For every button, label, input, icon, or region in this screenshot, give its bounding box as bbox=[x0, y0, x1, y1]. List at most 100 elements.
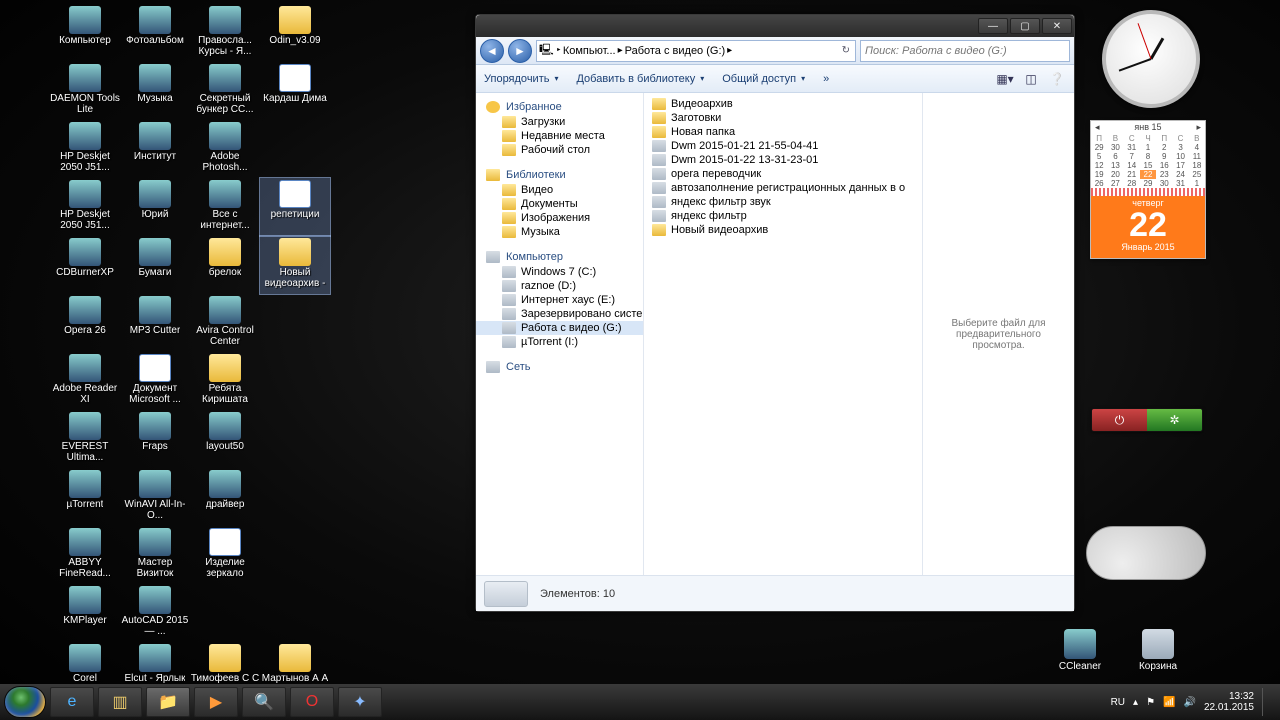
desktop[interactable]: КомпьютерФотоальбомПравосла... Курсы - Я… bbox=[0, 0, 1280, 720]
desktop-icon[interactable]: ABBYY FineRead... bbox=[50, 526, 120, 584]
taskbar-libraries[interactable]: ▥ bbox=[98, 687, 142, 717]
desktop-icon[interactable]: драйвер bbox=[190, 468, 260, 526]
calendar-gadget[interactable]: ◂янв 15▸ ПВСЧПСВ293031123456789101112131… bbox=[1090, 120, 1206, 259]
lang-indicator[interactable]: RU bbox=[1111, 697, 1125, 708]
file-list[interactable]: ВидеоархивЗаготовкиНовая папкаDwm 2015-0… bbox=[644, 93, 922, 575]
more-menu[interactable]: » bbox=[823, 73, 829, 85]
file-item[interactable]: автозаполнение регистрационных данных в … bbox=[650, 181, 916, 195]
desktop-icon[interactable]: Бумаги bbox=[120, 236, 190, 294]
share-menu[interactable]: Общий доступ bbox=[722, 73, 805, 85]
desktop-icon[interactable]: Кардаш Дима bbox=[260, 62, 330, 120]
desktop-icon[interactable]: Юрий bbox=[120, 178, 190, 236]
desktop-icon[interactable]: AutoCAD 2015 — ... bbox=[120, 584, 190, 642]
desktop-icon[interactable]: Фотоальбом bbox=[120, 4, 190, 62]
power-gadget[interactable]: ⏻ ✲ bbox=[1091, 408, 1203, 432]
nav-item[interactable]: Музыка bbox=[476, 225, 643, 239]
file-item[interactable]: Dwm 2015-01-22 13-31-23-01 bbox=[650, 153, 916, 167]
desktop-icon[interactable]: брелок bbox=[190, 236, 260, 294]
clock[interactable]: 13:3222.01.2015 bbox=[1204, 691, 1254, 713]
desktop-icon[interactable]: Новый видеоархив - Ярлык bbox=[260, 236, 330, 294]
nav-item[interactable]: Рабочий стол bbox=[476, 143, 643, 157]
forward-button[interactable]: ► bbox=[508, 39, 532, 63]
network-icon[interactable]: 📶 bbox=[1163, 697, 1175, 708]
show-desktop-button[interactable] bbox=[1262, 688, 1270, 716]
meter-gadget[interactable] bbox=[1086, 526, 1206, 580]
minimize-button[interactable]: — bbox=[978, 18, 1008, 34]
desktop-icon[interactable]: HP Deskjet 2050 J51... bbox=[50, 120, 120, 178]
help-icon[interactable]: ❔ bbox=[1048, 70, 1066, 88]
desktop-icon[interactable]: µTorrent bbox=[50, 468, 120, 526]
tray-up-icon[interactable]: ▴ bbox=[1133, 697, 1138, 708]
back-button[interactable]: ◄ bbox=[480, 39, 504, 63]
desktop-icon[interactable]: CDBurnerXP bbox=[50, 236, 120, 294]
recycle-bin[interactable]: Корзина bbox=[1128, 629, 1188, 672]
breadcrumb-item[interactable]: Компьют... bbox=[563, 45, 616, 57]
file-item[interactable]: Видеоархив bbox=[650, 97, 916, 111]
desktop-icon[interactable]: Компьютер bbox=[50, 4, 120, 62]
start-button[interactable] bbox=[4, 686, 46, 718]
restart-button[interactable]: ✲ bbox=[1147, 409, 1202, 431]
breadcrumb-item[interactable]: Работа с видео (G:) bbox=[625, 45, 726, 57]
desktop-icon[interactable]: Изделие зеркало bbox=[190, 526, 260, 584]
nav-item[interactable]: Интернет хаус (E:) bbox=[476, 293, 643, 307]
nav-item[interactable]: Документы bbox=[476, 197, 643, 211]
shutdown-button[interactable]: ⏻ bbox=[1092, 409, 1147, 431]
desktop-icon[interactable]: Fraps bbox=[120, 410, 190, 468]
file-item[interactable]: Dwm 2015-01-21 21-55-04-41 bbox=[650, 139, 916, 153]
clock-gadget[interactable] bbox=[1102, 10, 1200, 108]
file-item[interactable]: opera переводчик bbox=[650, 167, 916, 181]
nav-item[interactable]: Изображения bbox=[476, 211, 643, 225]
file-item[interactable]: яндекс фильтр bbox=[650, 209, 916, 223]
desktop-icon[interactable]: MP3 Cutter bbox=[120, 294, 190, 352]
file-item[interactable]: яндекс фильтр звук bbox=[650, 195, 916, 209]
desktop-icon[interactable]: Adobe Photosh... bbox=[190, 120, 260, 178]
desktop-icon[interactable]: Мастер Визиток bbox=[120, 526, 190, 584]
nav-item[interactable]: Недавние места bbox=[476, 129, 643, 143]
taskbar-explorer[interactable]: 📁 bbox=[146, 687, 190, 717]
desktop-icon[interactable]: Ребята Киришата bbox=[190, 352, 260, 410]
desktop-icon[interactable]: Adobe Reader XI bbox=[50, 352, 120, 410]
taskbar-ie[interactable]: e bbox=[50, 687, 94, 717]
desktop-icon[interactable]: Все с интернет... bbox=[190, 178, 260, 236]
desktop-icon[interactable]: Odin_v3.09 bbox=[260, 4, 330, 62]
nav-item[interactable]: Видео bbox=[476, 183, 643, 197]
desktop-icon[interactable]: Opera 26 bbox=[50, 294, 120, 352]
taskbar-magnifier[interactable]: 🔍 bbox=[242, 687, 286, 717]
desktop-icon[interactable]: DAEMON Tools Lite bbox=[50, 62, 120, 120]
desktop-icon[interactable]: KMPlayer bbox=[50, 584, 120, 642]
desktop-icon[interactable]: Институт bbox=[120, 120, 190, 178]
cal-prev-icon[interactable]: ◂ bbox=[1095, 122, 1100, 133]
nav-item[interactable]: Windows 7 (C:) bbox=[476, 265, 643, 279]
file-item[interactable]: Заготовки bbox=[650, 111, 916, 125]
preview-pane-icon[interactable]: ◫ bbox=[1022, 70, 1040, 88]
view-icon[interactable]: ▦▾ bbox=[996, 70, 1014, 88]
nav-item[interactable]: Зарезервировано систем bbox=[476, 307, 643, 321]
taskbar-wmp[interactable]: ▶ bbox=[194, 687, 238, 717]
file-item[interactable]: Новая папка bbox=[650, 125, 916, 139]
add-library-menu[interactable]: Добавить в библиотеку bbox=[576, 73, 704, 85]
volume-icon[interactable]: 🔊 bbox=[1183, 697, 1195, 708]
nav-header[interactable]: Библиотеки bbox=[476, 167, 643, 183]
nav-item[interactable]: Загрузки bbox=[476, 115, 643, 129]
desktop-icon[interactable]: WinAVI All-In-O... bbox=[120, 468, 190, 526]
close-button[interactable]: ✕ bbox=[1042, 18, 1072, 34]
desktop-icon[interactable]: Документ Microsoft ... bbox=[120, 352, 190, 410]
nav-header[interactable]: Избранное bbox=[476, 99, 643, 115]
desktop-icon[interactable]: Секретный бункер СС... bbox=[190, 62, 260, 120]
desktop-icon-ccleaner[interactable]: CCleaner bbox=[1050, 629, 1110, 672]
maximize-button[interactable]: ▢ bbox=[1010, 18, 1040, 34]
cal-next-icon[interactable]: ▸ bbox=[1196, 122, 1201, 133]
nav-item[interactable]: raznoe (D:) bbox=[476, 279, 643, 293]
desktop-icon[interactable]: Правосла... Курсы - Я... bbox=[190, 4, 260, 62]
taskbar-app[interactable]: ✦ bbox=[338, 687, 382, 717]
organize-menu[interactable]: Упорядочить bbox=[484, 73, 558, 85]
desktop-icon[interactable]: layout50 bbox=[190, 410, 260, 468]
desktop-icon[interactable]: репетиции bbox=[260, 178, 330, 236]
nav-item[interactable]: Работа с видео (G:) bbox=[476, 321, 643, 335]
nav-header[interactable]: Компьютер bbox=[476, 249, 643, 265]
nav-header[interactable]: Сеть bbox=[476, 359, 643, 375]
search-input[interactable] bbox=[860, 40, 1070, 62]
desktop-icon[interactable]: Музыка bbox=[120, 62, 190, 120]
system-tray[interactable]: RU ▴ ⚑ 📶 🔊 13:3222.01.2015 bbox=[1111, 688, 1276, 716]
breadcrumb[interactable]: 🖳 ▸ Компьют... ▸ Работа с видео (G:) ▸ ↻ bbox=[536, 40, 856, 62]
